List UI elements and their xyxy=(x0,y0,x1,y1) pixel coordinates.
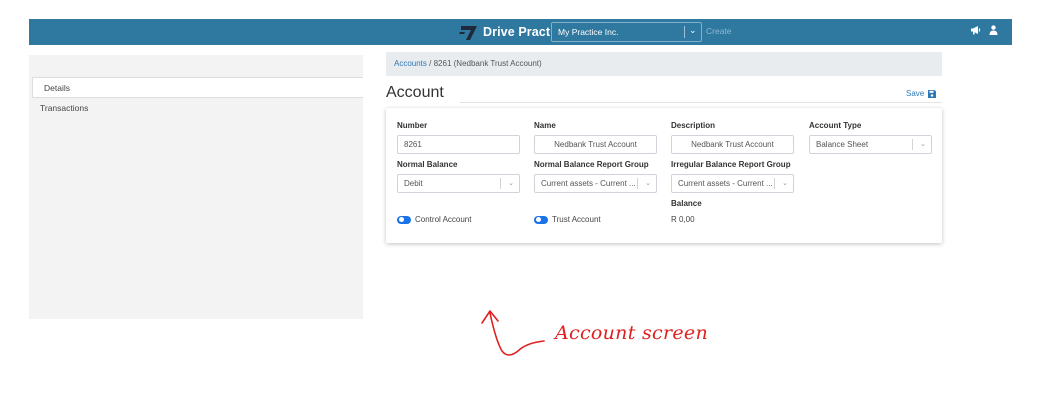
breadcrumb-separator: / xyxy=(429,59,432,68)
normal-balance-value: Debit xyxy=(404,179,423,188)
breadcrumb: Accounts / 8261 (Nedbank Trust Account) xyxy=(386,52,942,76)
select-separator xyxy=(774,178,775,189)
breadcrumb-accounts-link[interactable]: Accounts xyxy=(394,59,427,68)
company-select-value: My Practice Inc. xyxy=(558,27,619,37)
select-separator xyxy=(637,178,638,189)
number-label: Number xyxy=(397,121,428,130)
title-divider xyxy=(460,102,942,103)
trust-account-toggle[interactable]: Trust Account xyxy=(534,215,601,224)
trust-account-label: Trust Account xyxy=(552,215,601,224)
balance-label: Balance xyxy=(671,199,702,208)
breadcrumb-current: 8261 (Nedbank Trust Account) xyxy=(433,59,542,68)
sidebar-header xyxy=(29,55,363,77)
chevron-down-icon: ⌄ xyxy=(782,180,788,187)
name-label: Name xyxy=(534,121,556,130)
sidebar-item-label: Details xyxy=(44,83,70,93)
irregular-balance-report-group-value: Current assets - Current ... xyxy=(678,179,773,188)
create-input[interactable]: Create xyxy=(706,26,732,36)
select-separator xyxy=(912,139,913,150)
account-form-card: Number 8261 Name Nedbank Trust Account D… xyxy=(386,108,942,243)
top-navbar: Drive Practice My Practice Inc. ⌄ Create xyxy=(29,19,1012,45)
description-label: Description xyxy=(671,121,716,130)
sidebar-item-transactions[interactable]: Transactions xyxy=(29,98,363,119)
sidebar-item-label: Transactions xyxy=(40,103,89,113)
balance-value: R 0,00 xyxy=(671,215,695,224)
control-account-toggle[interactable]: Control Account xyxy=(397,215,471,224)
chevron-down-icon: ⌄ xyxy=(645,180,651,187)
description-value: Nedbank Trust Account xyxy=(691,140,774,149)
user-icon[interactable] xyxy=(989,25,998,35)
megaphone-icon[interactable] xyxy=(970,25,981,35)
annotation-arrow-icon xyxy=(481,310,545,356)
name-value: Nedbank Trust Account xyxy=(554,140,637,149)
annotation-text: Account screen xyxy=(555,322,708,344)
irregular-balance-report-group-select[interactable]: Current assets - Current ... ⌄ xyxy=(671,174,794,193)
normal-balance-label: Normal Balance xyxy=(397,160,458,169)
normal-balance-report-group-label: Normal Balance Report Group xyxy=(534,160,649,169)
control-account-label: Control Account xyxy=(415,215,472,224)
toggle-switch-icon[interactable] xyxy=(397,215,411,224)
save-label: Save xyxy=(906,89,925,98)
chevron-down-icon: ⌄ xyxy=(689,25,697,35)
company-select[interactable]: My Practice Inc. ⌄ xyxy=(551,22,702,42)
number-value: 8261 xyxy=(404,140,422,149)
account-type-value: Balance Sheet xyxy=(816,140,869,149)
save-button[interactable]: Save xyxy=(906,89,937,98)
account-type-select[interactable]: Balance Sheet ⌄ xyxy=(809,135,932,154)
number-input[interactable]: 8261 xyxy=(397,135,520,154)
toggle-switch-icon[interactable] xyxy=(534,215,548,224)
normal-balance-report-group-value: Current assets - Current ... xyxy=(541,179,636,188)
normal-balance-report-group-select[interactable]: Current assets - Current ... ⌄ xyxy=(534,174,657,193)
floppy-disk-icon xyxy=(928,89,937,98)
select-separator xyxy=(500,178,501,189)
irregular-balance-report-group-label: Irregular Balance Report Group xyxy=(671,160,791,169)
sidebar-item-details[interactable]: Details xyxy=(32,77,363,98)
account-type-label: Account Type xyxy=(809,121,862,130)
select-separator xyxy=(684,26,685,38)
description-input[interactable]: Nedbank Trust Account xyxy=(671,135,794,154)
brand-logo-icon xyxy=(459,26,477,40)
chevron-down-icon: ⌄ xyxy=(508,180,514,187)
page-title: Account xyxy=(386,84,444,101)
sidebar: Details Transactions xyxy=(29,55,363,319)
name-input[interactable]: Nedbank Trust Account xyxy=(534,135,657,154)
normal-balance-select[interactable]: Debit ⌄ xyxy=(397,174,520,193)
chevron-down-icon: ⌄ xyxy=(920,141,926,148)
